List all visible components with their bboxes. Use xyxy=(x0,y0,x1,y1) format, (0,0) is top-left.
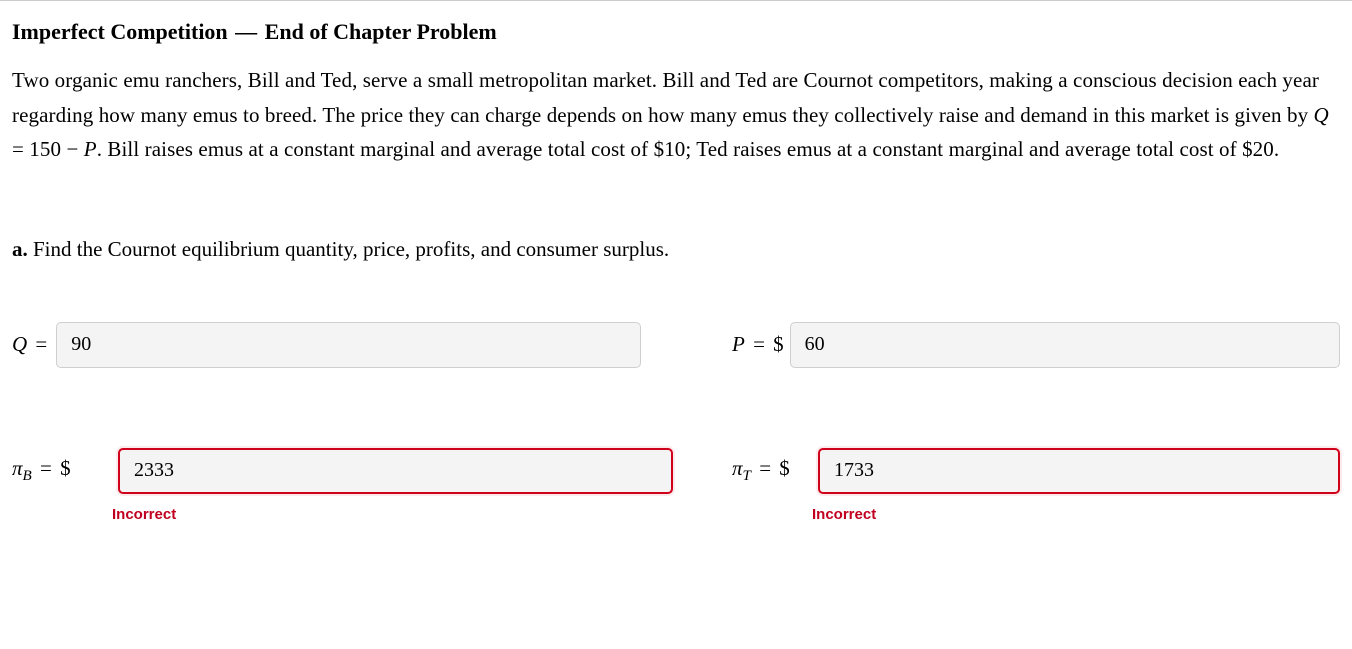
part-a-text: Find the Cournot equilibrium quantity, p… xyxy=(28,237,669,261)
title-part2: End of Chapter Problem xyxy=(265,19,497,44)
input-piB[interactable] xyxy=(118,448,673,494)
answers-row-2: πB = $ Incorrect πT = $ Incorrect xyxy=(12,448,1340,523)
part-a-label: a. xyxy=(12,237,28,261)
label-piB: πB = $ xyxy=(12,456,112,485)
input-piT[interactable] xyxy=(818,448,1340,494)
input-P[interactable] xyxy=(790,322,1340,368)
title-dash: — xyxy=(235,19,257,44)
answer-piB-cell: πB = $ Incorrect xyxy=(12,448,732,523)
label-P: P = $ xyxy=(732,332,784,357)
part-a-prompt: a. Find the Cournot equilibrium quantity… xyxy=(12,237,1340,262)
feedback-piB: Incorrect xyxy=(12,506,732,523)
answer-Q-cell: Q = xyxy=(12,322,732,368)
page-title: Imperfect Competition — End of Chapter P… xyxy=(12,19,1340,45)
feedback-piT: Incorrect xyxy=(732,506,1340,523)
answers-row-1: Q = P = $ xyxy=(12,322,1340,368)
problem-content: Imperfect Competition — End of Chapter P… xyxy=(0,1,1352,563)
answer-P-cell: P = $ xyxy=(732,322,1340,368)
para-post: . Bill raises emus at a constant margina… xyxy=(97,137,1280,161)
label-piT: πT = $ xyxy=(732,456,812,485)
input-Q[interactable] xyxy=(56,322,641,368)
para-pre: Two organic emu ranchers, Bill and Ted, … xyxy=(12,68,1319,127)
eq-P: P xyxy=(84,137,97,161)
title-part1: Imperfect Competition xyxy=(12,19,228,44)
eq-Q: Q xyxy=(1314,103,1329,127)
label-Q: Q = xyxy=(12,332,50,357)
answer-piT-cell: πT = $ Incorrect xyxy=(732,448,1340,523)
problem-statement: Two organic emu ranchers, Bill and Ted, … xyxy=(12,63,1340,167)
eq-mid: = 150 − xyxy=(12,137,84,161)
